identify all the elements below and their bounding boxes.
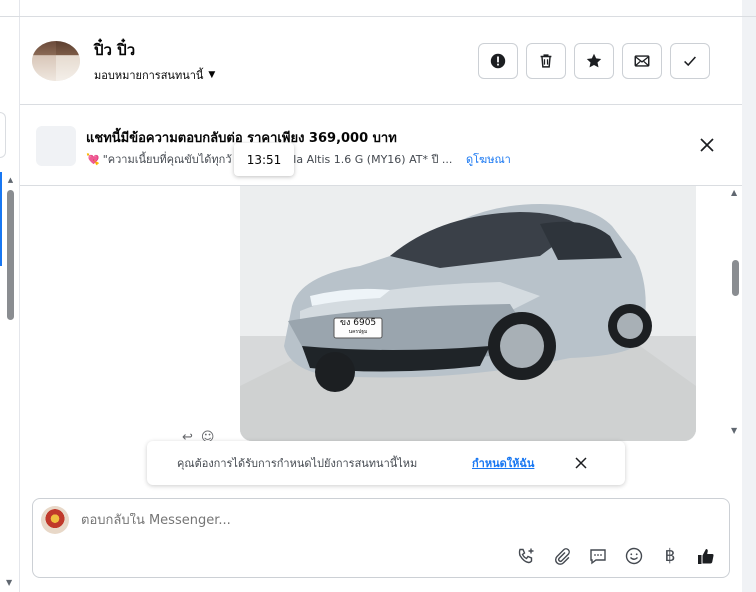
scroll-down-arrow-icon[interactable]: ▼	[6, 578, 12, 587]
composer-toolbar: ฿	[515, 545, 717, 567]
spam-button[interactable]	[478, 43, 518, 79]
mark-done-button[interactable]	[670, 43, 710, 79]
heart-icon: 💘	[86, 153, 100, 166]
message-composer: ฿	[32, 498, 730, 578]
scrollbar-thumb[interactable]	[7, 190, 14, 320]
assign-to-me-link[interactable]: กำหนดให้ฉัน	[472, 454, 534, 472]
ad-context-banner: แชทนี้มีข้อความตอบกลับต่อ ราคาเพียง 369,…	[20, 106, 742, 186]
reply-input[interactable]	[81, 513, 601, 528]
emoji-icon[interactable]	[623, 545, 645, 567]
scroll-up-arrow-icon[interactable]: ▲	[6, 176, 15, 184]
ad-thumbnail[interactable]	[36, 126, 76, 166]
selection-indicator	[0, 172, 2, 266]
trash-icon	[540, 54, 552, 68]
conversation-card-edge[interactable]	[0, 112, 6, 158]
contact-avatar[interactable]	[32, 41, 80, 81]
assign-suggestion-text: คุณต้องการได้รับการกำหนดไปยังการสนทนานี้…	[177, 457, 418, 470]
view-ad-link[interactable]: ดูโฆษณา	[466, 150, 511, 168]
car-image	[240, 186, 696, 441]
license-plate: ขง 6905 นครปฐม	[339, 318, 377, 335]
caret-down-icon: ▼	[208, 70, 216, 80]
list-scrollbar[interactable]: ▲	[6, 176, 15, 586]
alert-circle-icon	[490, 53, 506, 69]
attachment-icon[interactable]	[551, 545, 573, 567]
saved-replies-icon[interactable]	[587, 545, 609, 567]
message-time-tooltip: 13:51	[234, 143, 294, 176]
check-icon	[684, 56, 696, 67]
conversation-actions	[478, 43, 710, 79]
close-icon[interactable]	[698, 136, 716, 154]
contact-name[interactable]: ปิ๋ว ปิ๋ว	[94, 38, 135, 62]
conversation-list-edge: ▲	[0, 0, 20, 592]
star-icon	[586, 53, 602, 68]
thread-scrollbar[interactable]: ▲ ▼	[728, 186, 742, 442]
scroll-up-arrow-icon[interactable]: ▲	[731, 188, 737, 197]
conversation-header: ปิ๋ว ปิ๋ว มอบหมายการสนทนานี้ ▼	[20, 17, 742, 105]
mark-unread-button[interactable]	[622, 43, 662, 79]
scrollbar-thumb[interactable]	[732, 260, 739, 296]
messenger-inbox: ▲ ▼ ปิ๋ว ปิ๋ว มอบหมายการสนทนานี้ ▼ แชทนี…	[0, 0, 756, 592]
assign-suggestion-toast: คุณต้องการได้รับการกำหนดไปยังการสนทนานี้…	[147, 441, 625, 485]
assign-label: มอบหมายการสนทนานี้	[94, 69, 204, 82]
call-add-icon[interactable]	[515, 545, 537, 567]
scroll-down-arrow-icon[interactable]: ▼	[731, 426, 737, 435]
star-button[interactable]	[574, 43, 614, 79]
page-scroll-edge	[742, 0, 756, 592]
page-avatar	[41, 506, 69, 534]
close-icon[interactable]	[573, 455, 589, 471]
car-photo-message[interactable]	[240, 186, 696, 441]
payment-baht-icon[interactable]: ฿	[659, 545, 681, 567]
assign-conversation-dropdown[interactable]: มอบหมายการสนทนานี้ ▼	[94, 66, 215, 84]
delete-button[interactable]	[526, 43, 566, 79]
envelope-icon	[634, 55, 650, 67]
thumbs-up-icon[interactable]	[695, 545, 717, 567]
